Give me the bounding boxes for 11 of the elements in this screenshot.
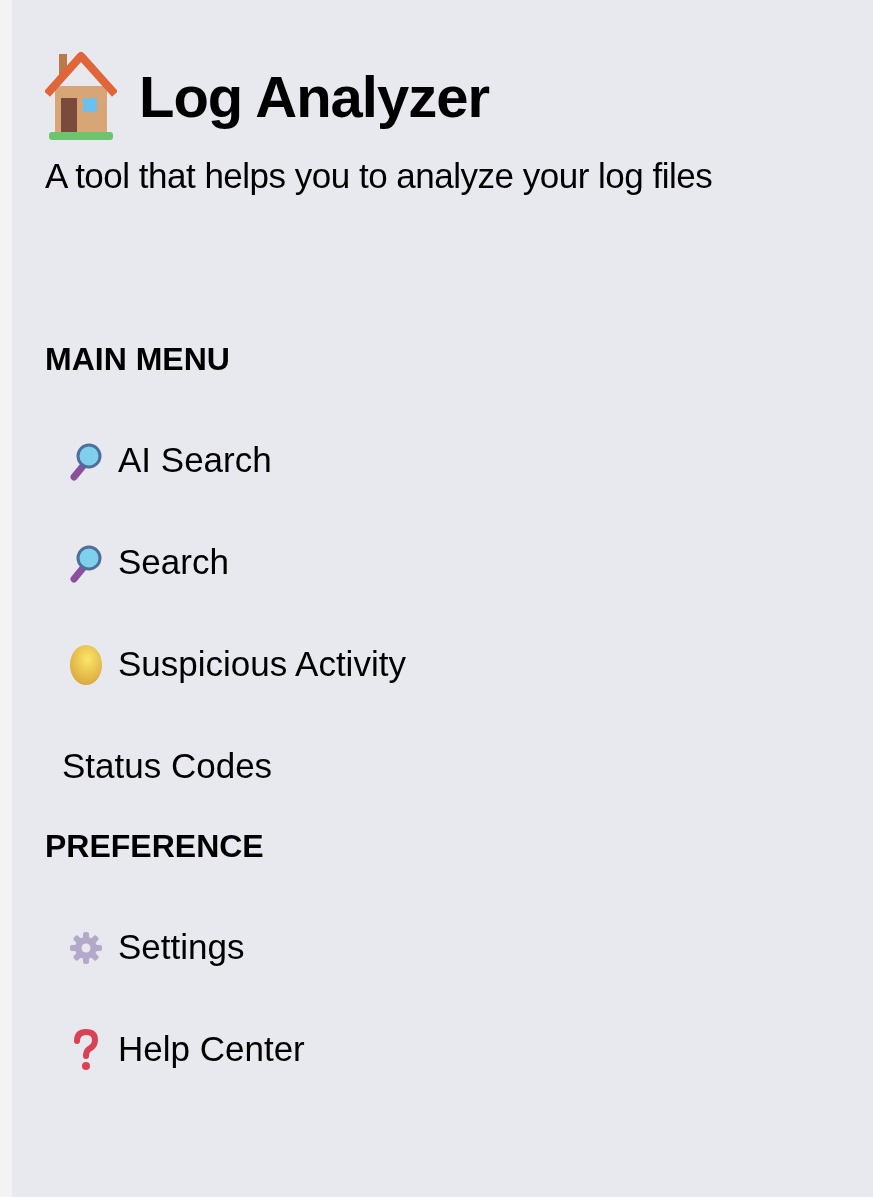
section-heading: PREFERENCE: [45, 826, 265, 866]
section-heading: MAIN MENU: [45, 339, 231, 379]
menu-item[interactable]: Suspicious Activity: [45, 613, 873, 716]
menu-item[interactable]: Help Center: [45, 998, 873, 1101]
app-title: Log Analyzer: [139, 62, 490, 131]
app-subtitle: A tool that helps you to analyze your log files: [45, 155, 714, 197]
orb-icon: [68, 642, 104, 687]
menu-item[interactable]: Settings: [45, 896, 873, 999]
menu-item[interactable]: Status Codes: [45, 715, 873, 818]
menu-item[interactable]: AI Search: [45, 409, 873, 512]
menu-item[interactable]: Search: [45, 511, 873, 614]
